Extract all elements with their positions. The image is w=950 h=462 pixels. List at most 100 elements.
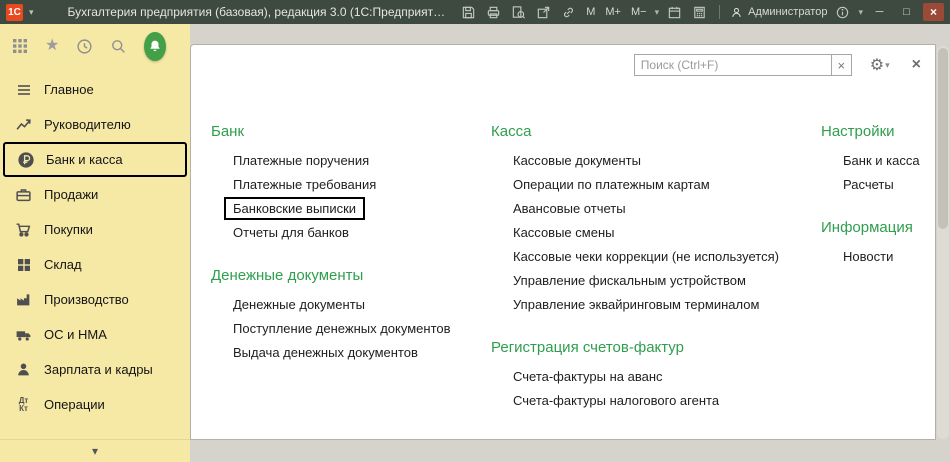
sidebar-item-sklad[interactable]: Склад — [0, 247, 190, 282]
command-link[interactable]: Платежные требования — [233, 177, 376, 192]
sidebar-item-zarplata-i-kadry[interactable]: Зарплата и кадры — [0, 352, 190, 387]
user-name: Администратор — [748, 6, 827, 18]
sidebar-collapse-bar[interactable]: ▾ — [0, 439, 190, 462]
maximize-button[interactable]: □ — [896, 3, 917, 21]
column-bank: Банк Платежные поручения Платежные требо… — [211, 123, 476, 369]
command-link[interactable]: Отчеты для банков — [233, 225, 349, 240]
debit-credit-icon: ДтКт — [14, 395, 33, 414]
gear-dropdown-icon: ▾ — [885, 60, 890, 71]
minimize-button[interactable]: ─ — [869, 3, 890, 21]
command-link-focused[interactable]: Банковские выписки — [224, 197, 365, 220]
boxes-icon — [14, 255, 33, 274]
search-input[interactable] — [634, 54, 832, 76]
calendar-icon[interactable] — [665, 3, 684, 22]
vertical-scrollbar-thumb[interactable] — [938, 48, 948, 229]
command-link[interactable]: Кассовые смены — [513, 225, 614, 240]
sidebar-item-operatsii[interactable]: ДтКт Операции — [0, 387, 190, 422]
sidebar-item-label: Банк и касса — [46, 152, 123, 167]
sidebar-item-proizvodstvo[interactable]: Производство — [0, 282, 190, 317]
memory-m-minus-button[interactable]: М− — [629, 6, 649, 18]
sidebar-item-prodazhi[interactable]: Продажи — [0, 177, 190, 212]
column-nastroyki: Настройки Банк и касса Расчеты Информаци… — [821, 123, 936, 273]
vertical-scrollbar[interactable] — [937, 46, 949, 439]
command-link[interactable]: Управление фискальным устройством — [513, 273, 746, 288]
close-button[interactable]: × — [923, 3, 944, 21]
chart-icon — [14, 115, 33, 134]
sidebar-item-bank-i-kassa[interactable]: Банк и касса — [3, 142, 187, 177]
memory-m-button[interactable]: М — [584, 6, 597, 18]
command-link[interactable]: Авансовые отчеты — [513, 201, 626, 216]
command-link[interactable]: Денежные документы — [233, 297, 365, 312]
calculator-icon[interactable] — [690, 3, 709, 22]
print-preview-icon[interactable] — [509, 3, 528, 22]
settings-gear-icon[interactable]: ⚙▾ — [870, 55, 890, 75]
truck-icon — [14, 325, 33, 344]
command-link[interactable]: Счета-фактуры налогового агента — [513, 393, 719, 408]
section-title[interactable]: Регистрация счетов-фактур — [491, 339, 684, 356]
titlebar-separator — [719, 5, 720, 19]
titlebar: 1С ▾ Бухгалтерия предприятия (базовая), … — [0, 0, 950, 24]
command-link[interactable]: Банк и касса — [843, 153, 920, 168]
goto-link-icon[interactable] — [534, 3, 553, 22]
command-link[interactable]: Кассовые документы — [513, 153, 641, 168]
factory-icon — [14, 290, 33, 309]
section-title[interactable]: Банк — [211, 123, 244, 140]
command-link[interactable]: Кассовые чеки коррекции (не используется… — [513, 249, 779, 264]
section-title[interactable]: Информация — [821, 219, 913, 236]
search-clear-icon[interactable]: × — [832, 54, 852, 76]
app-window: 1С ▾ Бухгалтерия предприятия (базовая), … — [0, 0, 950, 462]
sidebar-item-label: Покупки — [44, 222, 93, 237]
section-registratsiya-schetov-faktur: Регистрация счетов-фактур Счета-фактуры … — [491, 339, 801, 408]
command-link[interactable]: Счета-фактуры на аванс — [513, 369, 663, 384]
command-link[interactable]: Расчеты — [843, 177, 894, 192]
panel-toolbar: × ⚙▾ × — [634, 54, 921, 76]
info-icon[interactable] — [833, 3, 852, 22]
sidebar-item-label: Главное — [44, 82, 94, 97]
section-informatsiya: Информация Новости — [821, 219, 936, 264]
memory-dropdown-icon[interactable]: ▾ — [655, 7, 660, 18]
sidebar-item-label: Операции — [44, 397, 105, 412]
section-nastroyki: Настройки Банк и касса Расчеты — [821, 123, 936, 192]
1c-logo[interactable]: 1С — [6, 4, 23, 21]
notifications-bell-icon[interactable] — [144, 32, 166, 61]
main-menu-dropdown-icon[interactable]: ▾ — [29, 7, 34, 18]
sidebar-item-pokupki[interactable]: Покупки — [0, 212, 190, 247]
menu-icon — [14, 80, 33, 99]
command-link[interactable]: Платежные поручения — [233, 153, 369, 168]
command-link[interactable]: Операции по платежным картам — [513, 177, 710, 192]
section-title[interactable]: Настройки — [821, 123, 895, 140]
section-title[interactable]: Денежные документы — [211, 267, 363, 284]
sidebar-item-label: ОС и НМА — [44, 327, 107, 342]
print-icon[interactable] — [484, 3, 503, 22]
memory-m-plus-button[interactable]: М+ — [603, 6, 623, 18]
window-title: Бухгалтерия предприятия (базовая), редак… — [68, 5, 448, 19]
sidebar-menu: Главное Руководителю Банк и касса Продаж… — [0, 72, 190, 422]
ruble-icon — [16, 150, 35, 169]
user-menu[interactable]: Администратор — [730, 6, 827, 19]
save-icon[interactable] — [459, 3, 478, 22]
sidebar-item-label: Склад — [44, 257, 82, 272]
command-link[interactable]: Поступление денежных документов — [233, 321, 451, 336]
history-clock-icon[interactable] — [76, 38, 93, 55]
get-link-icon[interactable] — [559, 3, 578, 22]
command-link[interactable]: Управление эквайринговым терминалом — [513, 297, 759, 312]
section-bank: Банк Платежные поручения Платежные требо… — [211, 123, 476, 240]
sidebar-item-label: Руководителю — [44, 117, 131, 132]
tools-grid-icon[interactable] — [12, 38, 28, 54]
sidebar-item-label: Продажи — [44, 187, 98, 202]
sidebar-item-glavnoe[interactable]: Главное — [0, 72, 190, 107]
search-icon[interactable] — [110, 38, 127, 55]
briefcase-icon — [14, 185, 33, 204]
chevron-down-icon: ▾ — [92, 444, 98, 458]
info-dropdown-icon[interactable]: ▾ — [858, 7, 863, 18]
main-area: × ⚙▾ × Банк Платежные поручения Платежны… — [190, 24, 950, 462]
sidebar-item-os-i-nma[interactable]: ОС и НМА — [0, 317, 190, 352]
sidebar-item-label: Производство — [44, 292, 129, 307]
favorites-star-icon[interactable]: ★ — [45, 38, 59, 54]
panel-close-icon[interactable]: × — [912, 57, 921, 73]
command-link[interactable]: Новости — [843, 249, 893, 264]
command-link[interactable]: Выдача денежных документов — [233, 345, 418, 360]
sidebar-item-label: Зарплата и кадры — [44, 362, 153, 377]
section-title[interactable]: Касса — [491, 123, 531, 140]
sidebar-item-rukovoditelyu[interactable]: Руководителю — [0, 107, 190, 142]
